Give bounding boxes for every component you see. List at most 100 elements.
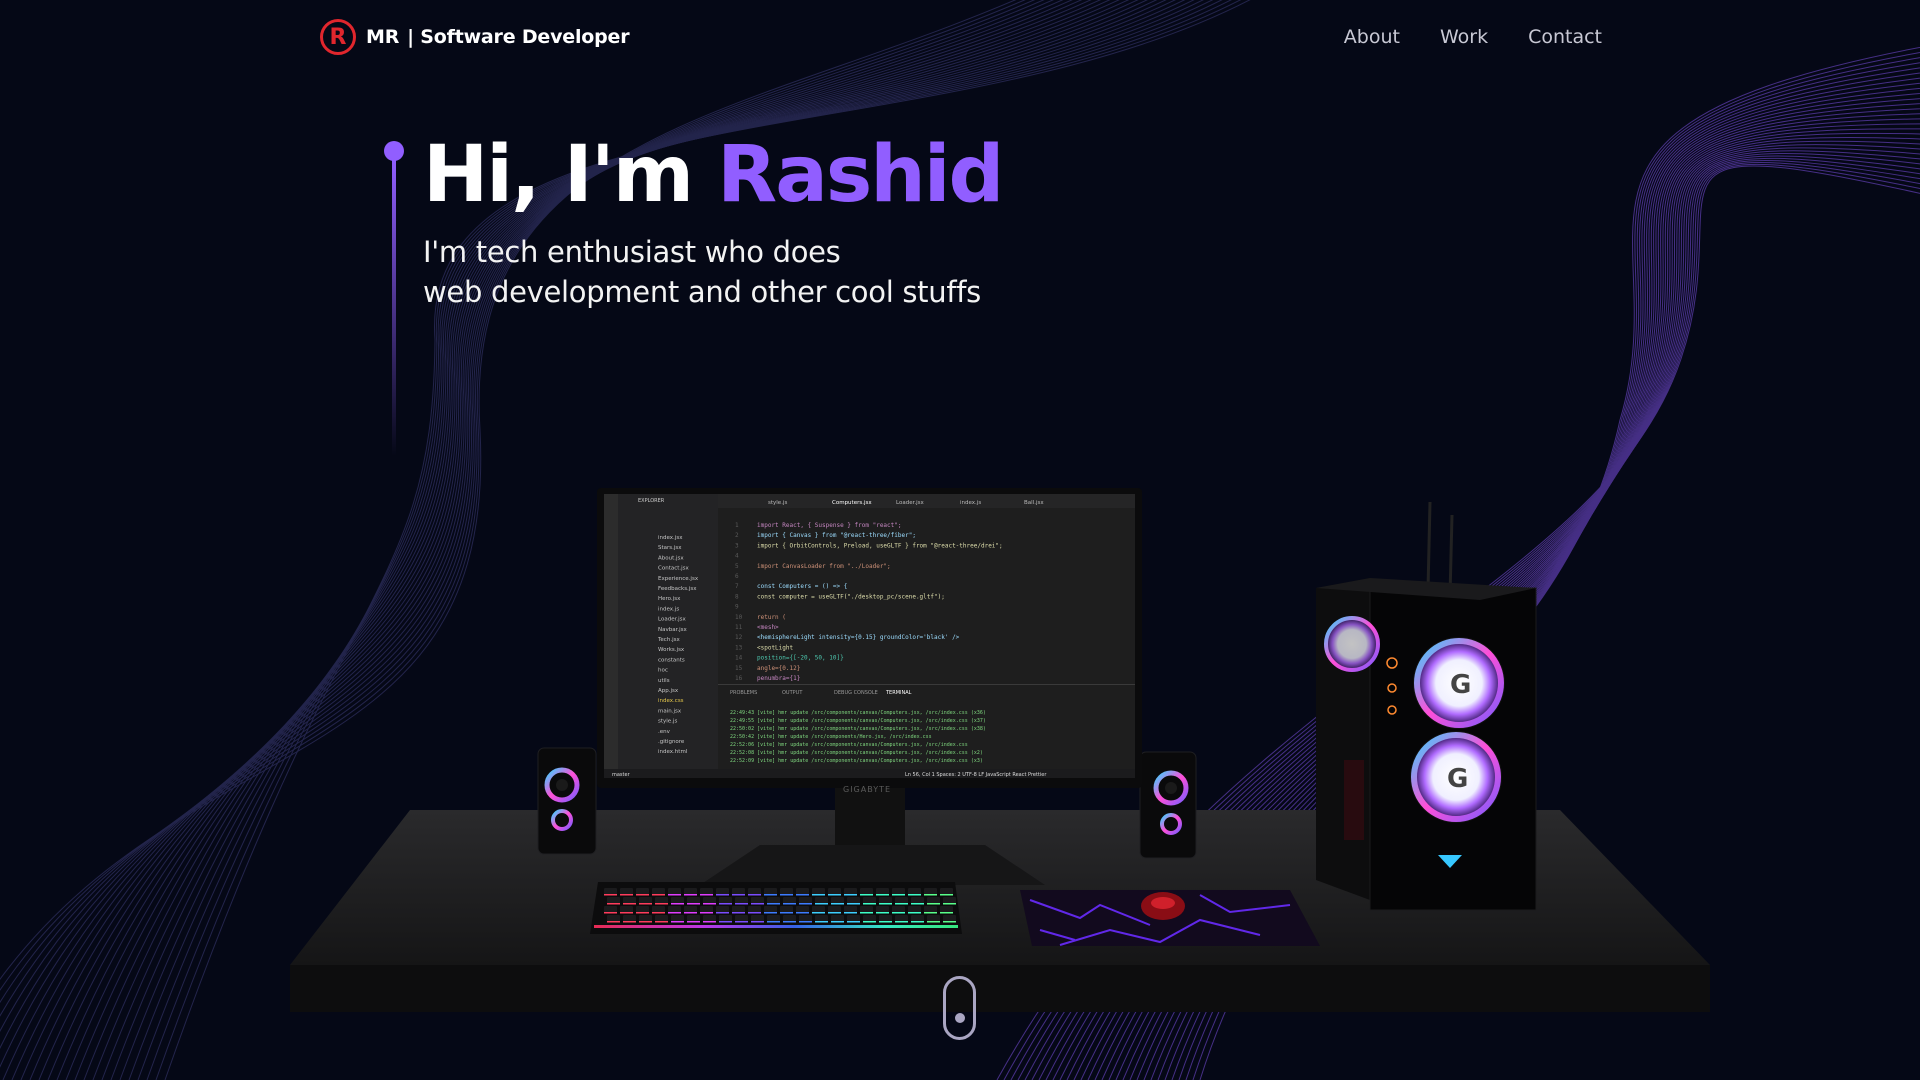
code-line: import CanvasLoader from "../Loader"; <box>757 563 891 570</box>
keyboard-key-glow <box>764 912 777 914</box>
keyboard-key-glow <box>783 903 796 905</box>
navbar: R MR | Software Developer About Work Cont… <box>0 0 1920 78</box>
keyboard-key-glow <box>604 912 617 914</box>
keyboard-key <box>764 906 777 913</box>
editor-tab: index.js <box>960 500 981 506</box>
keyboard-key <box>652 906 665 913</box>
code-line: import { Canvas } from "@react-three/fib… <box>757 532 916 539</box>
keyboard-key <box>943 897 956 904</box>
keyboard-key-glow <box>636 894 649 896</box>
keyboard-key <box>652 888 665 895</box>
mouse <box>1141 892 1185 920</box>
code-line-number: 10 <box>735 614 743 621</box>
keyboard-key <box>892 906 905 913</box>
editor-tab: Loader.jsx <box>896 500 924 506</box>
hero-accent-line <box>392 160 396 456</box>
svg-text:G: G <box>1450 670 1471 700</box>
keyboard-key <box>655 915 668 922</box>
keyboard-key-glow <box>703 921 716 923</box>
keyboard-key <box>607 915 620 922</box>
keyboard-key <box>636 906 649 913</box>
code-line-number: 3 <box>735 542 739 549</box>
keyboard-key <box>799 915 812 922</box>
explorer-file: Stars.jsx <box>658 545 682 551</box>
panel-tab: PROBLEMS <box>730 690 757 696</box>
code-line: <mesh> <box>757 624 779 631</box>
hero-greeting: Hi, I'm <box>423 130 694 220</box>
monitor: EXPLORER index.jsx Stars.jsx About.jsx Cont… <box>597 488 1142 794</box>
keyboard-key <box>828 888 841 895</box>
keyboard-key <box>879 915 892 922</box>
keyboard-key-glow <box>732 894 745 896</box>
explorer-file: index.css <box>658 698 684 704</box>
nav-link-contact[interactable]: Contact <box>1528 26 1602 48</box>
code-line-number: 16 <box>735 675 743 682</box>
right-speaker <box>1139 751 1197 859</box>
keyboard-key <box>924 888 937 895</box>
keyboard-key <box>927 915 940 922</box>
panel-tab: DEBUG CONSOLE <box>834 690 878 696</box>
keyboard-key-glow <box>924 894 937 896</box>
editor-tab: style.js <box>768 500 787 506</box>
keyboard-key <box>655 897 668 904</box>
brand-title: | Software Developer <box>407 26 630 48</box>
code-line-number: 4 <box>735 553 739 560</box>
keyboard-key <box>764 888 777 895</box>
svg-text:G: G <box>1447 764 1468 794</box>
keyboard-key <box>876 888 889 895</box>
hero-heading: Hi, I'm Rashid <box>423 125 1004 225</box>
keyboard-key <box>924 906 937 913</box>
keyboard-key-glow <box>895 921 908 923</box>
code-line: position={[-20, 50, 10]} <box>757 655 844 662</box>
keyboard-key-glow <box>767 903 780 905</box>
explorer-file: .gitignore <box>658 739 685 745</box>
explorer-file: About.jsx <box>658 555 684 561</box>
keyboard-key <box>815 915 828 922</box>
keyboard-key <box>892 888 905 895</box>
keyboard-key-glow <box>639 921 652 923</box>
explorer-file: utils <box>658 678 670 684</box>
keyboard-key <box>940 888 953 895</box>
explorer-file: hoc <box>658 668 668 674</box>
keyboard-key-glow <box>655 921 668 923</box>
keyboard-key <box>671 915 684 922</box>
keyboard-key <box>828 906 841 913</box>
terminal-line: 22:52:06 [vite] hmr update /src/componen… <box>730 742 968 748</box>
keyboard-key <box>815 897 828 904</box>
keyboard-key <box>767 897 780 904</box>
explorer-file: Loader.jsx <box>658 617 686 623</box>
keyboard-key <box>767 915 780 922</box>
keyboard-key-glow <box>751 921 764 923</box>
nav-link-work[interactable]: Work <box>1440 26 1488 48</box>
keyboard-key <box>716 906 729 913</box>
keyboard-key-glow <box>639 903 652 905</box>
keyboard-key <box>620 906 633 913</box>
hero-subtitle-line-2: web development and other cool stuffs <box>423 275 981 309</box>
keyboard-key <box>844 888 857 895</box>
keyboard-key-glow <box>943 903 956 905</box>
keyboard-key-glow <box>831 903 844 905</box>
keyboard-key <box>895 915 908 922</box>
scroll-down-indicator[interactable] <box>943 976 976 1040</box>
home-logo-link[interactable]: R MR | Software Developer <box>320 19 630 55</box>
panel-tab: TERMINAL <box>885 690 912 696</box>
keyboard-key-glow <box>668 912 681 914</box>
keyboard-key-glow <box>780 912 793 914</box>
explorer-title: EXPLORER <box>638 498 665 504</box>
keyboard-key-glow <box>847 903 860 905</box>
keyboard-key <box>684 888 697 895</box>
code-line: <hemisphereLight intensity={0.15} ground… <box>757 634 960 641</box>
keyboard-key <box>684 906 697 913</box>
terminal-line: 22:50:02 [vite] hmr update /src/componen… <box>730 726 986 732</box>
keyboard-key-glow <box>687 903 700 905</box>
keyboard-key-glow <box>828 894 841 896</box>
keyboard-key-glow <box>764 894 777 896</box>
keyboard-key <box>796 906 809 913</box>
keyboard-key-glow <box>908 894 921 896</box>
keyboard-key-glow <box>671 921 684 923</box>
left-speaker <box>537 747 597 855</box>
keyboard-key-glow <box>924 912 937 914</box>
code-line-number: 13 <box>735 644 743 651</box>
keyboard-key-glow <box>623 921 636 923</box>
nav-link-about[interactable]: About <box>1344 26 1400 48</box>
